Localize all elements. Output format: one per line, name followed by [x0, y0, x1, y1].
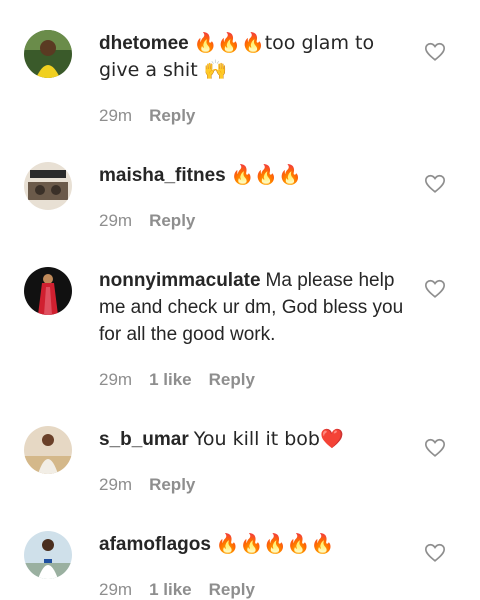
comment-body: dhetomee 🔥🔥🔥too glam to give a shit 🙌 — [99, 30, 409, 84]
comment-body: s_b_umar You kill it bob❤️ — [99, 426, 409, 453]
comment-body: maisha_fitnes 🔥🔥🔥 — [99, 162, 409, 189]
likes-count[interactable]: 1 like — [149, 580, 192, 599]
comment-meta: 29m Reply — [99, 475, 212, 495]
comment-meta: 29m 1 like Reply — [99, 370, 272, 390]
likes-count[interactable]: 1 like — [149, 370, 192, 389]
reply-button[interactable]: Reply — [149, 211, 195, 230]
comment-time: 29m — [99, 370, 133, 389]
heart-outline-icon[interactable] — [424, 278, 446, 300]
comment-text: 🔥🔥🔥 — [230, 164, 302, 186]
comment-meta: 29m Reply — [99, 211, 212, 231]
comment-username[interactable]: nonnyimmaculate — [99, 270, 261, 291]
heart-outline-icon[interactable] — [424, 173, 446, 195]
comment-text: 🔥🔥🔥🔥🔥 — [215, 533, 335, 555]
comment-time: 29m — [99, 106, 133, 125]
heart-outline-icon[interactable] — [424, 542, 446, 564]
comment-username[interactable]: s_b_umar — [99, 429, 189, 450]
reply-button[interactable]: Reply — [209, 580, 255, 599]
comment-username[interactable]: afamoflagos — [99, 534, 211, 555]
avatar[interactable] — [24, 267, 72, 315]
heart-outline-icon[interactable] — [424, 437, 446, 459]
reply-button[interactable]: Reply — [209, 370, 255, 389]
comment-username[interactable]: dhetomee — [99, 33, 189, 54]
comment-meta: 29m 1 like Reply — [99, 580, 272, 600]
reply-button[interactable]: Reply — [149, 106, 195, 125]
avatar[interactable] — [24, 531, 72, 579]
avatar[interactable] — [24, 426, 72, 474]
comment-body: nonnyimmaculate Ma please help me and che… — [99, 267, 409, 348]
comment-username[interactable]: maisha_fitnes — [99, 165, 226, 186]
comment-meta: 29m Reply — [99, 106, 212, 126]
comment-text: You kill it bob❤️ — [193, 428, 344, 450]
comment-time: 29m — [99, 580, 133, 599]
avatar[interactable] — [24, 162, 72, 210]
avatar[interactable] — [24, 30, 72, 78]
comment-body: afamoflagos 🔥🔥🔥🔥🔥 — [99, 531, 409, 558]
reply-button[interactable]: Reply — [149, 475, 195, 494]
comment-time: 29m — [99, 475, 133, 494]
comment-time: 29m — [99, 211, 133, 230]
heart-outline-icon[interactable] — [424, 41, 446, 63]
